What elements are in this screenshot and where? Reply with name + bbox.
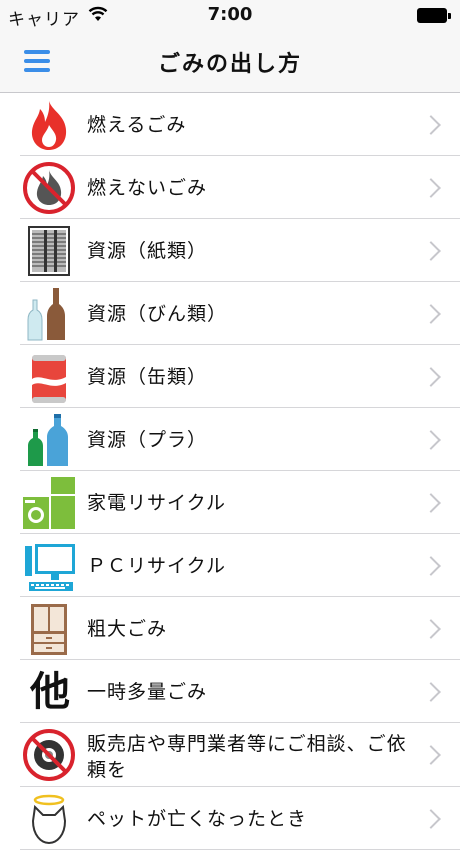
chevron-right-icon [421,366,441,387]
chevron-right-icon [421,240,441,261]
fire-icon [31,101,67,150]
item-label: 燃えるごみ [87,113,187,136]
no-tire-icon [23,729,75,781]
item-label: 家電リサイクル [87,491,227,514]
chevron-right-icon [421,492,441,513]
pet-icon [31,794,67,845]
list-item-cans[interactable]: 資源（缶類） [0,345,460,408]
chevron-right-icon [421,808,441,829]
list-item-consult-dealer[interactable]: 販売店や専門業者等にご相談、ご依頼を [0,723,460,787]
can-icon [32,355,66,403]
item-label: 資源（紙類） [87,239,208,262]
item-label: ペットが亡くなったとき [87,807,308,830]
item-label: 資源（プラ） [87,428,208,451]
chevron-right-icon [421,177,441,198]
battery-icon [417,8,451,23]
status-bar: キャリア 7:00 [0,0,460,30]
paper-bundle-icon [28,226,70,276]
other-icon: 他 [30,669,70,715]
list-item-bulky[interactable]: 粗大ごみ [0,597,460,660]
list-item-pc-recycling[interactable]: ＰＣリサイクル [0,534,460,597]
chevron-right-icon [421,681,441,702]
item-label: 粗大ごみ [87,617,168,640]
list-item-burnable[interactable]: 燃えるごみ [0,93,460,156]
no-fire-icon [23,162,75,214]
navigation-bar: ごみの出し方 [0,30,460,93]
chevron-right-icon [421,303,441,324]
chevron-right-icon [421,618,441,639]
plastic-bottles-icon [28,414,68,466]
chevron-right-icon [421,555,441,576]
item-label: ＰＣリサイクル [87,554,227,577]
item-label: 燃えないごみ [87,176,208,199]
chevron-right-icon [421,745,441,765]
list-item-non-burnable[interactable]: 燃えないごみ [0,156,460,219]
page-title: ごみの出し方 [157,52,302,77]
bottles-icon [27,288,65,341]
status-time: 7:00 [207,4,253,25]
item-label: 販売店や専門業者等にご相談、ご依頼を [87,733,407,781]
list-item-glass-bottles[interactable]: 資源（びん類） [0,282,460,345]
garbage-category-list: 燃えるごみ 燃えないごみ 資源（紙類） 資源（びん類） 資源（缶類） 資源（プラ… [0,93,460,850]
chevron-right-icon [421,429,441,450]
list-item-pet[interactable]: ペットが亡くなったとき [0,787,460,850]
list-item-plastic[interactable]: 資源（プラ） [0,408,460,471]
item-label: 資源（びん類） [87,302,228,325]
item-label: 一時多量ごみ [87,680,208,703]
computer-icon [25,544,75,591]
chevron-right-icon [421,114,441,135]
list-item-appliance-recycling[interactable]: 家電リサイクル [0,471,460,534]
list-item-paper[interactable]: 資源（紙類） [0,219,460,282]
appliances-icon [23,477,75,529]
cabinet-icon [31,604,67,655]
list-item-temporary-large-volume[interactable]: 他 一時多量ごみ [0,660,460,723]
item-label: 資源（缶類） [87,365,208,388]
